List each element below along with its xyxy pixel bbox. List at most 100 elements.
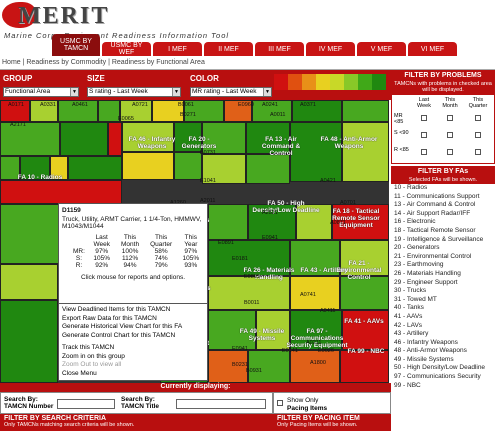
fa-filter-item[interactable]: 21 - Environmental Control <box>394 253 495 262</box>
tamcn-cell[interactable] <box>60 122 108 156</box>
tamcn-code-label: A0331 <box>40 102 56 108</box>
tamcn-cell[interactable] <box>290 350 340 383</box>
size-label: SIZE <box>87 74 105 83</box>
problem-checkbox[interactable] <box>475 115 481 121</box>
color-select[interactable]: MR rating - Last Week ▼ <box>190 87 272 97</box>
fa-group-label: FA 10 - Radios <box>17 174 63 181</box>
size-select[interactable]: S rating - Last Week ▼ <box>87 87 181 97</box>
fa-group-label: FA 49 - Missile Systems <box>239 328 285 342</box>
tamcn-cell[interactable] <box>342 100 389 122</box>
menu-item-historical-chart[interactable]: Generate Historical View Chart for this … <box>62 323 204 332</box>
menu-item-zoom-in[interactable]: Zoom in on this group <box>62 353 204 362</box>
tamcn-cell[interactable] <box>342 122 389 182</box>
fa-filter-item[interactable]: 19 - Intelligence & Surveillance <box>394 236 495 245</box>
problem-checkbox[interactable] <box>475 149 481 155</box>
legend-swatch <box>344 74 358 90</box>
tamcn-cell[interactable] <box>0 122 60 156</box>
legend-swatch <box>372 74 386 90</box>
fa-filter-item[interactable]: 10 - Radios <box>394 184 495 193</box>
fa-group-label: FA 41 - AAVs <box>344 318 384 325</box>
fa-filter-item[interactable]: 13 - Air Command & Control <box>394 201 495 210</box>
menu-item-control-chart[interactable]: Generate Control Chart for this TAMCN <box>62 332 204 341</box>
tamcn-cell[interactable] <box>68 156 122 180</box>
tooltip-col-header <box>70 234 88 248</box>
problem-checkbox[interactable] <box>421 149 427 155</box>
fa-group-label: FA 99 - NBC <box>347 348 385 355</box>
fa-title: FILTER BY FAs <box>391 166 495 177</box>
chevron-down-icon[interactable]: ▼ <box>70 88 78 96</box>
fa-filter-item[interactable]: 23 - Earthmoving <box>394 261 495 270</box>
tab-vi-mef[interactable]: VI MEF <box>408 42 457 56</box>
menu-item-view-deadlined[interactable]: View Deadlined Items for this TAMCN <box>62 306 204 315</box>
fa-filter-item[interactable]: 46 - Infantry Weapons <box>394 339 495 348</box>
tamcn-code-label: A2171 <box>10 122 26 128</box>
fa-filter-item[interactable]: 30 - Trucks <box>394 287 495 296</box>
fa-filter-item[interactable]: 26 - Materials Handling <box>394 270 495 279</box>
fa-sub: Selected FAs will be shown. <box>391 177 495 184</box>
fa-filter-item[interactable]: 43 - Artillery <box>394 330 495 339</box>
tab-v-mef[interactable]: V MEF <box>357 42 406 56</box>
fa-filter-item[interactable]: 20 - Generators <box>394 244 495 253</box>
problem-checkbox[interactable] <box>475 132 481 138</box>
tab-ii-mef[interactable]: II MEF <box>204 42 253 56</box>
tab-i-mef[interactable]: I MEF <box>153 42 202 56</box>
fa-filter-item[interactable]: 40 - Tanks <box>394 304 495 313</box>
menu-item-export-raw[interactable]: Export Raw Data for this TAMCN <box>62 315 204 324</box>
tamcn-cell[interactable] <box>122 152 174 180</box>
chevron-down-icon[interactable]: ▼ <box>263 88 271 96</box>
right-filter-panel: FILTER BY PROBLEMS TAMCNs with problems … <box>391 70 495 431</box>
fa-filter-item[interactable]: 97 - Communications Security <box>394 373 495 382</box>
chevron-down-icon[interactable]: ▼ <box>172 88 180 96</box>
legend-swatch <box>316 74 330 90</box>
problem-checkbox[interactable] <box>447 115 453 121</box>
breadcrumb[interactable]: Home | Readiness by Commodity | Readines… <box>0 56 495 70</box>
tab-iii-mef[interactable]: III MEF <box>255 42 304 56</box>
problems-title: FILTER BY PROBLEMS <box>391 70 495 81</box>
tooltip-cell: 105% <box>93 255 111 262</box>
group-select[interactable]: Functional Area ▼ <box>3 87 79 97</box>
tamcn-cell[interactable] <box>246 154 290 184</box>
tamcn-cell[interactable] <box>0 204 60 264</box>
search-tamcn-input[interactable] <box>57 399 115 409</box>
fa-filter-item[interactable]: 16 - Electronic <box>394 218 495 227</box>
pacing-checkbox[interactable] <box>277 400 283 406</box>
fa-filter-item[interactable]: 41 - AAVs <box>394 313 495 322</box>
tamcn-code-label: A0211 <box>306 340 322 346</box>
size-select-value: S rating - Last Week <box>89 88 148 95</box>
tamcn-code-label: B0931 <box>246 368 262 374</box>
fa-filter-item[interactable]: 11 - Communications Support <box>394 193 495 202</box>
tamcn-code-label: B0061 <box>178 102 194 108</box>
tamcn-code-label: A0721 <box>132 102 148 108</box>
problem-checkbox[interactable] <box>421 132 427 138</box>
fa-filter-item[interactable]: 31 - Towed MT <box>394 296 495 305</box>
problem-checkbox[interactable] <box>421 115 427 121</box>
fa-filter-item[interactable]: 29 - Engineer Support <box>394 279 495 288</box>
tooltip-cell: 92% <box>95 262 109 269</box>
tamcn-cell[interactable] <box>0 180 122 204</box>
tamcn-cell[interactable] <box>0 300 58 383</box>
search-title-input[interactable] <box>176 399 266 409</box>
problem-checkbox[interactable] <box>447 149 453 155</box>
tab-usmc-by-tamcn[interactable]: USMC BY TAMCN <box>52 34 100 56</box>
tamcn-cell[interactable] <box>0 264 58 300</box>
tamcn-cell[interactable] <box>98 100 120 122</box>
tamcn-cell[interactable] <box>342 310 389 350</box>
fa-filter-item[interactable]: 42 - LAVs <box>394 322 495 331</box>
tamcn-cell[interactable] <box>340 276 389 310</box>
tamcn-cell[interactable] <box>174 152 202 180</box>
tamcn-cell[interactable] <box>248 350 290 383</box>
menu-item-track[interactable]: Track this TAMCN <box>62 344 204 353</box>
fa-filter-item[interactable]: 99 - NBC <box>394 382 495 391</box>
tamcn-code-label: A1800 <box>310 360 326 366</box>
tab-iv-mef[interactable]: IV MEF <box>306 42 355 56</box>
tab-usmc-by-wef[interactable]: USMC BY WEF <box>102 42 151 56</box>
problem-checkbox[interactable] <box>447 132 453 138</box>
fa-filter-item[interactable]: 18 - Tactical Remote Sensor <box>394 227 495 236</box>
color-legend <box>274 74 386 90</box>
fa-filter-item[interactable]: 48 - Anti-Armor Weapons <box>394 347 495 356</box>
fa-filter-item[interactable]: 14 - Air Support Radar/IFF <box>394 210 495 219</box>
menu-item-close[interactable]: Close Menu <box>62 370 204 379</box>
fa-filter-item[interactable]: 49 - Missile Systems <box>394 356 495 365</box>
fa-filter-item[interactable]: 50 - High Density/Low Deadline <box>394 364 495 373</box>
menu-item-zoom-out[interactable]: Zoom Out to view all <box>62 361 204 370</box>
